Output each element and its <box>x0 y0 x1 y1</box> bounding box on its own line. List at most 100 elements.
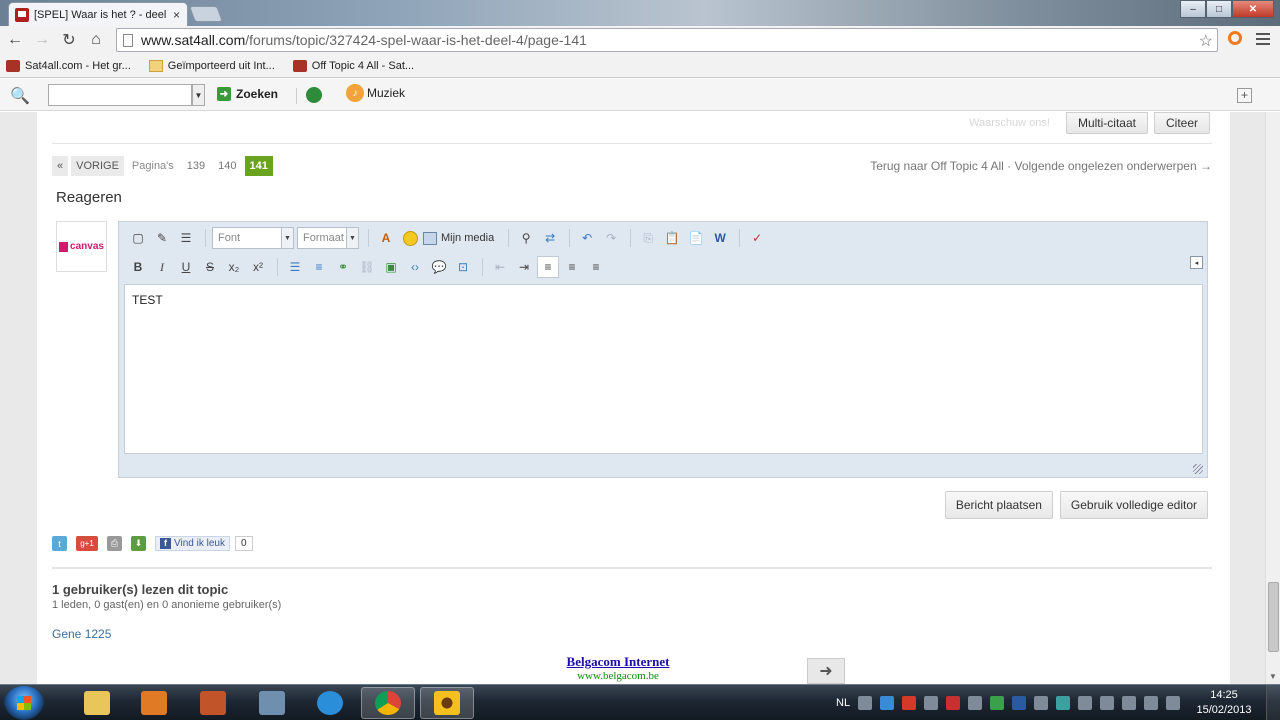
tray-icon[interactable] <box>946 696 961 710</box>
taskbar-app[interactable] <box>186 687 240 719</box>
strikethrough-button[interactable]: S <box>199 256 221 278</box>
collapse-toolbar-icon[interactable]: ◂ <box>1190 256 1203 269</box>
tray-icon[interactable] <box>1034 696 1049 710</box>
align-center-icon[interactable]: ≡ <box>561 256 583 278</box>
underline-button[interactable]: U <box>175 256 197 278</box>
menu-icon[interactable] <box>1256 33 1270 48</box>
tray-icon[interactable] <box>990 696 1005 710</box>
print-icon[interactable]: ⎙ <box>107 536 122 551</box>
numbered-list-icon[interactable]: ≡ <box>308 256 330 278</box>
multi-quote-button[interactable]: Multi-citaat <box>1065 112 1148 134</box>
tray-icon[interactable] <box>902 696 917 710</box>
eraser-icon[interactable]: ✎ <box>151 227 173 249</box>
spoiler-icon[interactable]: ⊡ <box>452 256 474 278</box>
language-indicator[interactable]: NL <box>836 697 850 709</box>
scroll-down-icon[interactable]: ▼ <box>1269 672 1277 681</box>
volume-icon[interactable] <box>1166 696 1181 710</box>
link-icon[interactable]: ⚭ <box>332 256 354 278</box>
battery-icon[interactable] <box>1100 696 1115 710</box>
subscript-button[interactable]: x₂ <box>223 256 245 278</box>
template-icon[interactable]: ☰ <box>175 227 197 249</box>
flag-icon[interactable] <box>1078 696 1093 710</box>
scrollbar-thumb[interactable] <box>1268 582 1279 652</box>
bold-button[interactable]: B <box>127 256 149 278</box>
google-plus-icon[interactable]: g+1 <box>76 536 98 551</box>
format-select[interactable]: Formaat ▼ <box>297 227 359 249</box>
show-desktop-button[interactable] <box>1266 685 1280 720</box>
page-link[interactable]: 140 <box>213 156 241 176</box>
superscript-button[interactable]: x² <box>247 256 269 278</box>
close-window-button[interactable]: ✕ <box>1232 0 1274 18</box>
quote-button[interactable]: Citeer <box>1153 112 1210 134</box>
image-icon[interactable]: ▣ <box>380 256 402 278</box>
redo-icon[interactable]: ↷ <box>600 227 622 249</box>
align-right-icon[interactable]: ≡ <box>585 256 607 278</box>
smiley-button[interactable] <box>399 227 421 249</box>
bookmark-item[interactable]: Sat4all.com - Het gr... <box>6 59 131 72</box>
reader-user-link[interactable]: Gene 1225 <box>52 627 111 641</box>
back-arrow-icon[interactable]: ← <box>3 28 27 52</box>
facebook-like-button[interactable]: Vind ik leuk <box>155 536 230 551</box>
align-left-icon[interactable]: ≡ <box>537 256 559 278</box>
page-link[interactable]: 139 <box>182 156 210 176</box>
home-icon[interactable]: ⌂ <box>84 28 108 52</box>
spellcheck-icon[interactable]: ✓ <box>746 227 768 249</box>
muziek-button[interactable]: ♪ Muziek <box>346 84 405 102</box>
ad-arrow-button[interactable]: ➜ <box>807 658 845 684</box>
source-icon[interactable]: ▢ <box>127 227 149 249</box>
bookmark-item[interactable]: Off Topic 4 All - Sat... <box>292 59 414 72</box>
taskbar-sunflower-app[interactable] <box>420 687 474 719</box>
search-dropdown-icon[interactable]: ▼ <box>192 84 205 106</box>
tray-icon[interactable] <box>924 696 939 710</box>
indent-icon[interactable]: ⇥ <box>513 256 535 278</box>
resize-handle[interactable] <box>1193 464 1203 474</box>
mijn-media-button[interactable]: Mijn media <box>423 232 494 245</box>
code-icon[interactable]: ‹› <box>404 256 426 278</box>
taskbar-media-player[interactable] <box>127 687 181 719</box>
shield-icon[interactable] <box>306 87 322 103</box>
tray-icon[interactable] <box>968 696 983 710</box>
paste-icon[interactable]: 📋 <box>661 227 683 249</box>
taskbar-explorer[interactable] <box>70 687 124 719</box>
forward-arrow-icon[interactable]: → <box>30 28 54 52</box>
replace-icon[interactable]: ⇄ <box>539 227 561 249</box>
bulleted-list-icon[interactable]: ☰ <box>284 256 306 278</box>
page-scrollbar[interactable]: ▼ <box>1265 112 1280 684</box>
minimize-button[interactable]: – <box>1180 0 1206 18</box>
twitter-icon[interactable]: t <box>52 536 67 551</box>
first-page-link[interactable]: « <box>52 156 69 176</box>
tray-icon[interactable] <box>858 696 873 710</box>
tab-close-icon[interactable]: × <box>173 8 180 22</box>
tray-icon[interactable] <box>1056 696 1071 710</box>
font-select[interactable]: Font ▼ <box>212 227 294 249</box>
zoeken-button[interactable]: ➜ Zoeken <box>217 87 278 101</box>
ad-banner[interactable]: Belgacom Internet www.belgacom.be <box>413 650 823 684</box>
undo-icon[interactable]: ↶ <box>576 227 598 249</box>
maximize-button[interactable]: □ <box>1206 0 1232 18</box>
network-icon[interactable] <box>1122 696 1137 710</box>
previous-page-link[interactable]: VORIGE <box>71 156 124 176</box>
extension-icon[interactable] <box>1228 31 1242 45</box>
address-bar[interactable]: www.sat4all.com/forums/topic/327424-spel… <box>116 28 1218 52</box>
ad-title[interactable]: Belgacom Internet <box>413 654 823 670</box>
bookmark-star-icon[interactable]: ☆ <box>1199 31 1213 51</box>
topic-navigation[interactable]: Terug naar Off Topic 4 All · Volgende on… <box>870 159 1212 173</box>
start-button[interactable] <box>4 686 44 720</box>
bookmark-folder[interactable]: Geïmporteerd uit Int... <box>148 59 275 72</box>
browser-tab[interactable]: [SPEL] Waar is het ? - deel × <box>8 2 188 26</box>
download-icon[interactable]: ⬇ <box>131 536 146 551</box>
submit-post-button[interactable]: Bericht plaatsen <box>944 491 1053 519</box>
signal-icon[interactable] <box>1144 696 1159 710</box>
taskbar-internet-explorer[interactable] <box>303 687 357 719</box>
tray-icon[interactable] <box>1012 696 1027 710</box>
reload-icon[interactable]: ↻ <box>57 28 81 52</box>
tray-icon[interactable] <box>880 696 895 710</box>
taskbar-chrome[interactable] <box>361 687 415 719</box>
paste-word-icon[interactable]: W <box>709 227 731 249</box>
taskbar-app-2[interactable] <box>245 687 299 719</box>
search-icon[interactable]: 🔍 <box>10 86 30 106</box>
outdent-icon[interactable]: ⇤ <box>489 256 511 278</box>
find-icon[interactable]: ⚲ <box>515 227 537 249</box>
report-link[interactable]: Waarschuw ons! <box>969 117 1050 129</box>
quote-icon[interactable]: 💬 <box>428 256 450 278</box>
